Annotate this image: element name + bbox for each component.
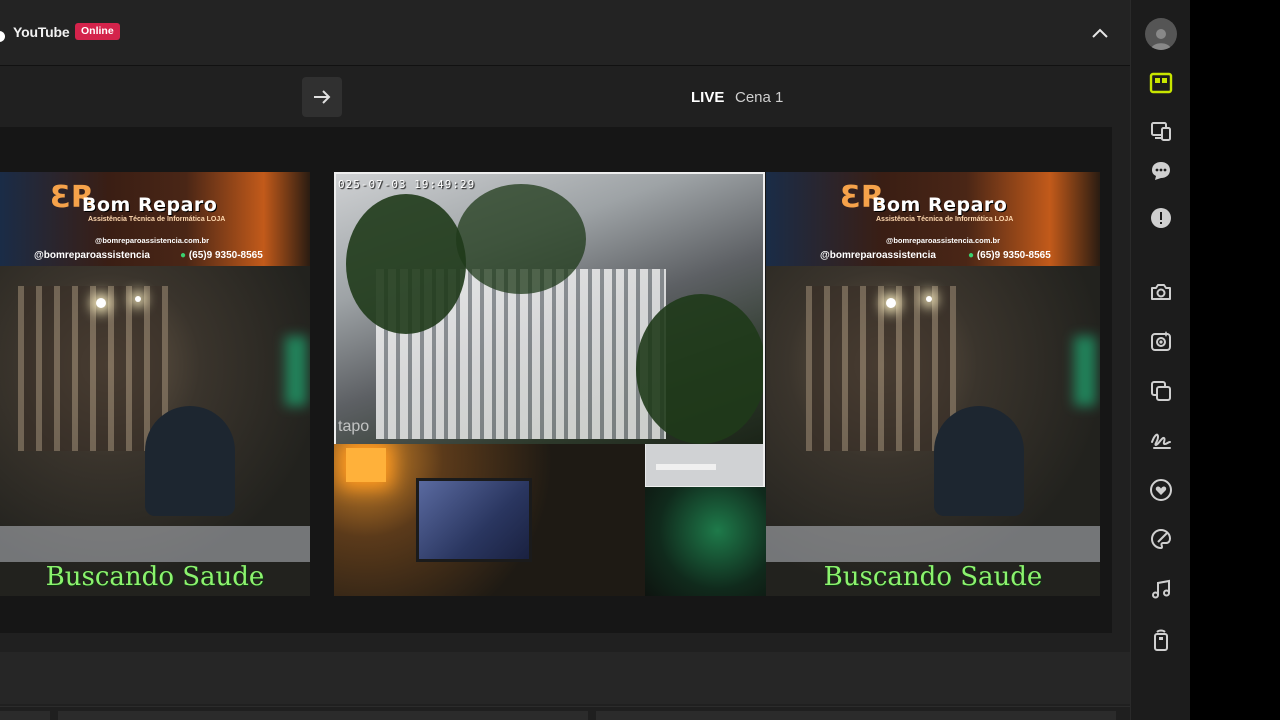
desk-camera-source — [334, 444, 645, 596]
brand-banner: ƐR Bom Reparo Assistência Técnica de Inf… — [766, 172, 1100, 266]
music-button[interactable] — [1145, 573, 1177, 605]
desk — [766, 526, 1100, 562]
green-glow-area — [645, 487, 766, 596]
screenshot-button[interactable] — [1145, 276, 1177, 308]
right-sidebar — [1130, 0, 1190, 720]
desk-lamp — [346, 448, 386, 482]
record-icon — [1151, 331, 1171, 351]
brand-phone: ● (65)9 9350-8565 — [180, 250, 263, 261]
scene-toolbar: LIVE Cena 1 — [0, 67, 1130, 127]
remote-button[interactable] — [1145, 624, 1177, 656]
center-camera-source: 025-07-03 19:49:29 tapo — [334, 172, 765, 488]
person-silhouette — [934, 406, 1024, 516]
user-icon — [1151, 29, 1171, 50]
overlay-caption: Buscando Saude — [823, 562, 1043, 592]
desk — [0, 526, 310, 562]
camera-footer — [646, 444, 763, 486]
monitor-screen — [416, 478, 532, 562]
lamp-light — [96, 298, 106, 308]
lamp-light — [886, 298, 896, 308]
bottom-strip — [0, 706, 1130, 720]
music-icon — [1152, 579, 1170, 599]
left-camera-source: ƐR Bom Reparo Assistência Técnica de Inf… — [0, 172, 310, 596]
green-light — [285, 336, 307, 406]
themes-button[interactable] — [1145, 523, 1177, 555]
live-label: LIVE — [691, 89, 725, 106]
camera-icon — [1151, 284, 1171, 300]
transition-button[interactable] — [302, 77, 342, 117]
dashboard-icon — [1149, 72, 1173, 94]
overlay-caption: Buscando Saude — [45, 562, 265, 592]
palette-icon — [1150, 528, 1172, 550]
brand-subtitle: Assistência Técnica de Informática LOJA — [88, 216, 226, 223]
whatsapp-icon: ● — [180, 250, 187, 261]
plant-leaves — [636, 294, 763, 444]
brand-banner: ƐR Bom Reparo Assistência Técnica de Inf… — [0, 172, 310, 266]
scene-name: Cena 1 — [735, 89, 784, 106]
devices-button[interactable] — [1145, 115, 1177, 147]
brand-website: @bomreparoassistencia.com.br — [886, 236, 1001, 245]
collapse-button[interactable] — [1088, 22, 1112, 44]
record-button[interactable] — [1145, 325, 1177, 357]
status-badge: Online — [75, 23, 120, 40]
window — [18, 286, 168, 451]
remote-icon — [1154, 629, 1168, 651]
window — [806, 286, 956, 451]
layers-button[interactable] — [1145, 375, 1177, 407]
chevron-up-icon — [1092, 28, 1108, 38]
signature-icon — [1151, 433, 1171, 449]
devices-icon — [1151, 122, 1171, 141]
room-scene: Buscando Saude — [766, 266, 1100, 596]
signature-button[interactable] — [1145, 424, 1177, 456]
plant-leaves — [346, 194, 466, 334]
brand-subtitle: Assistência Técnica de Informática LOJA — [876, 216, 1014, 223]
brand-website: @bomreparoassistencia.com.br — [95, 236, 210, 245]
chat-button[interactable] — [1145, 155, 1177, 187]
security-camera-view: 025-07-03 19:49:29 tapo — [336, 174, 763, 444]
platform-name: YouTube — [13, 24, 70, 40]
user-avatar[interactable] — [1145, 18, 1177, 50]
camera-watermark: tapo — [338, 418, 370, 435]
brand-phone: ● (65)9 9350-8565 — [968, 250, 1051, 261]
chat-icon — [1152, 162, 1170, 180]
plant-leaves — [456, 184, 586, 294]
platform-dot-icon — [0, 31, 5, 42]
destination-header: YouTube Online — [0, 0, 1130, 66]
camera-timestamp: 025-07-03 19:49:29 — [338, 178, 476, 191]
arrow-right-icon — [314, 90, 331, 104]
heart-icon — [1150, 479, 1172, 501]
live-preview[interactable]: ƐR Bom Reparo Assistência Técnica de Inf… — [0, 127, 1112, 633]
room-scene: Buscando Saude — [0, 266, 310, 596]
layers-icon — [1151, 381, 1171, 401]
dashboard-button[interactable] — [1145, 67, 1177, 99]
alerts-button[interactable] — [1145, 202, 1177, 234]
bottom-panel — [0, 652, 1130, 704]
right-camera-source: ƐR Bom Reparo Assistência Técnica de Inf… — [766, 172, 1100, 596]
brand-name: Bom Reparo — [872, 194, 1008, 216]
lamp-light — [135, 296, 141, 302]
brand-instagram: @bomreparoassistencia — [34, 250, 150, 261]
brand-name: Bom Reparo — [82, 194, 218, 216]
green-light — [1074, 336, 1096, 406]
lamp-light — [926, 296, 932, 302]
support-button[interactable] — [1145, 474, 1177, 506]
person-silhouette — [145, 406, 235, 516]
alert-icon — [1151, 208, 1171, 228]
outer-background — [1190, 0, 1280, 720]
studio-main: YouTube Online LIVE Cena 1 ƐR Bom Reparo… — [0, 0, 1130, 720]
whatsapp-icon: ● — [968, 250, 975, 261]
brand-instagram: @bomreparoassistencia — [820, 250, 936, 261]
